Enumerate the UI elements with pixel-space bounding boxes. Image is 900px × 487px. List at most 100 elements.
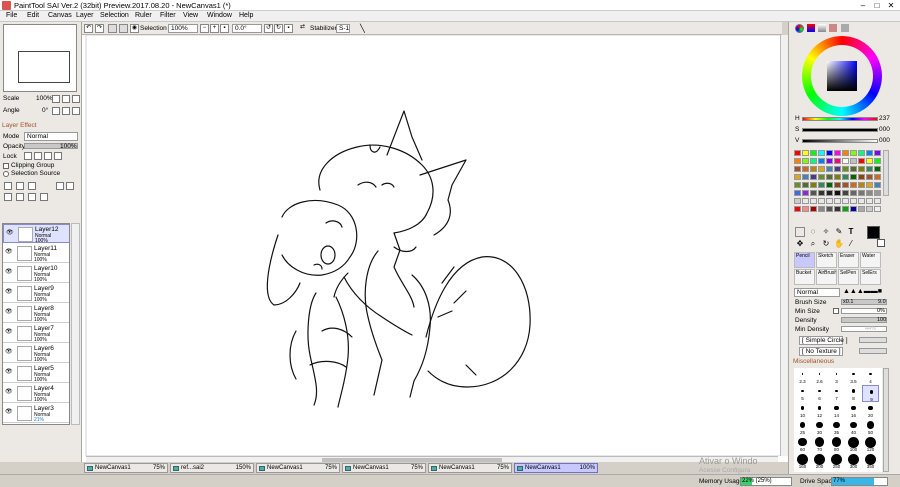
color-swatch[interactable]: [818, 150, 825, 156]
visibility-eye-icon[interactable]: 👁: [5, 409, 13, 415]
canvas-tab[interactable]: NewCanvas1 75%: [342, 463, 426, 473]
color-wheel-tab-icon[interactable]: [795, 24, 804, 33]
hand-tool-icon[interactable]: ✋: [834, 239, 844, 249]
menu-file[interactable]: File: [6, 12, 17, 19]
texture-strength-slider[interactable]: [859, 348, 887, 354]
scratchpad-tab-icon[interactable]: [841, 24, 849, 32]
color-swatch[interactable]: [842, 182, 849, 188]
clear-layer-icon[interactable]: [28, 193, 36, 201]
primary-color-swatch[interactable]: [867, 226, 880, 239]
value-slider[interactable]: [802, 139, 878, 143]
color-swatch[interactable]: [874, 198, 881, 204]
menu-help[interactable]: Help: [239, 12, 253, 19]
color-swatch[interactable]: [810, 150, 817, 156]
color-swatch[interactable]: [834, 174, 841, 180]
clipping-checkbox[interactable]: [3, 163, 9, 169]
minimize-icon[interactable]: –: [858, 1, 868, 10]
color-swatch[interactable]: [794, 182, 801, 188]
layer-list[interactable]: 👁 Layer12 Normal 100% 👁 Layer11 Normal 100% 👁 Lay…: [2, 223, 70, 425]
color-swatch[interactable]: [802, 158, 809, 164]
layer-list-scrollbar[interactable]: [71, 223, 80, 425]
canvas-tab[interactable]: NewCanvas1 100%: [514, 463, 598, 473]
brush-size-scrollbar[interactable]: [883, 368, 889, 472]
color-swatch[interactable]: [802, 198, 809, 204]
lasso-icon[interactable]: ◌: [808, 227, 818, 237]
hsv-slider-tab-icon[interactable]: [818, 24, 826, 32]
color-swatch[interactable]: [810, 190, 817, 196]
visibility-eye-icon[interactable]: 👁: [5, 369, 13, 375]
new-folder-icon[interactable]: [28, 182, 36, 190]
brush-tool-sketch[interactable]: Sketch: [816, 252, 837, 268]
menu-canvas[interactable]: Canvas: [48, 12, 72, 19]
color-swatch[interactable]: [874, 174, 881, 180]
color-swatch[interactable]: [858, 198, 865, 204]
swatches-tab-icon[interactable]: [829, 24, 837, 32]
color-swatch[interactable]: [794, 150, 801, 156]
color-swatch[interactable]: [810, 206, 817, 212]
layer-row[interactable]: 👁 Layer6 Normal 100%: [3, 344, 69, 363]
visibility-eye-icon[interactable]: 👁: [5, 329, 13, 335]
visibility-eye-icon[interactable]: 👁: [5, 289, 13, 295]
new-linework-layer-icon[interactable]: [16, 182, 24, 190]
color-swatch[interactable]: [850, 198, 857, 204]
brush-size-preset[interactable]: 7: [828, 385, 845, 402]
color-swatch[interactable]: [874, 158, 881, 164]
color-swatch[interactable]: [850, 158, 857, 164]
secondary-color-swatch[interactable]: [877, 239, 885, 247]
brush-size-preset[interactable]: 10: [794, 402, 811, 419]
move-icon[interactable]: ✥: [795, 239, 805, 249]
color-swatch[interactable]: [842, 206, 849, 212]
color-swatch[interactable]: [874, 166, 881, 172]
color-swatch[interactable]: [802, 174, 809, 180]
color-swatch[interactable]: [834, 150, 841, 156]
color-swatch[interactable]: [818, 158, 825, 164]
color-swatch[interactable]: [818, 198, 825, 204]
visibility-eye-icon[interactable]: 👁: [5, 309, 13, 315]
color-swatch[interactable]: [866, 206, 873, 212]
brush-blend-mode-select[interactable]: Normal: [794, 288, 840, 297]
zoom-out-icon[interactable]: −: [200, 24, 209, 33]
color-swatch[interactable]: [850, 182, 857, 188]
zoom-reset-icon[interactable]: ▪: [220, 24, 229, 33]
layer-row[interactable]: 👁 Layer12 Normal 100%: [3, 224, 69, 244]
eyedropper-icon[interactable]: ⁄: [846, 239, 856, 249]
color-swatch-grid[interactable]: [794, 150, 888, 220]
angle-reset-icon[interactable]: [72, 107, 80, 115]
color-swatch[interactable]: [818, 206, 825, 212]
color-swatch[interactable]: [866, 198, 873, 204]
lock-paint-icon[interactable]: [34, 152, 42, 160]
menu-filter[interactable]: Filter: [160, 12, 176, 19]
color-swatch[interactable]: [834, 182, 841, 188]
menu-edit[interactable]: Edit: [27, 12, 39, 19]
zoom-tool-icon[interactable]: ⌕: [808, 239, 818, 249]
color-swatch[interactable]: [858, 206, 865, 212]
color-swatch[interactable]: [834, 166, 841, 172]
color-swatch[interactable]: [818, 190, 825, 196]
color-swatch[interactable]: [850, 150, 857, 156]
stabilizer-select[interactable]: S-1: [336, 24, 350, 33]
magic-wand-icon[interactable]: ✧: [821, 227, 831, 237]
color-swatch[interactable]: [818, 182, 825, 188]
brush-size-preset[interactable]: 20: [862, 402, 879, 419]
min-density-slider[interactable]: [841, 326, 887, 332]
color-swatch[interactable]: [858, 174, 865, 180]
lock-transparency-icon[interactable]: [24, 152, 32, 160]
scale-reset-icon[interactable]: [72, 95, 80, 103]
selection-source-checkbox[interactable]: [3, 171, 9, 177]
flip-icon[interactable]: ⇄: [298, 24, 307, 33]
brush-shape-presets[interactable]: ▲▲▲▬▬■: [843, 288, 882, 295]
line-tool-icon[interactable]: ╲: [360, 24, 368, 33]
canvas-tab[interactable]: NewCanvas1 75%: [428, 463, 512, 473]
brush-size-preset[interactable]: 40: [845, 419, 862, 436]
color-swatch[interactable]: [818, 174, 825, 180]
color-swatch[interactable]: [834, 190, 841, 196]
close-icon[interactable]: ✕: [886, 1, 896, 10]
layer-row[interactable]: 👁 Layer4 Normal 100%: [3, 384, 69, 403]
layer-row[interactable]: 👁 Layer7 Normal 100%: [3, 324, 69, 343]
brush-size-preset[interactable]: 100: [845, 436, 862, 453]
color-swatch[interactable]: [826, 198, 833, 204]
brush-size-preset[interactable]: 16: [845, 402, 862, 419]
lock-move-icon[interactable]: [44, 152, 52, 160]
layer-row[interactable]: 👁 Layer5 Normal 100%: [3, 364, 69, 383]
color-swatch[interactable]: [826, 206, 833, 212]
